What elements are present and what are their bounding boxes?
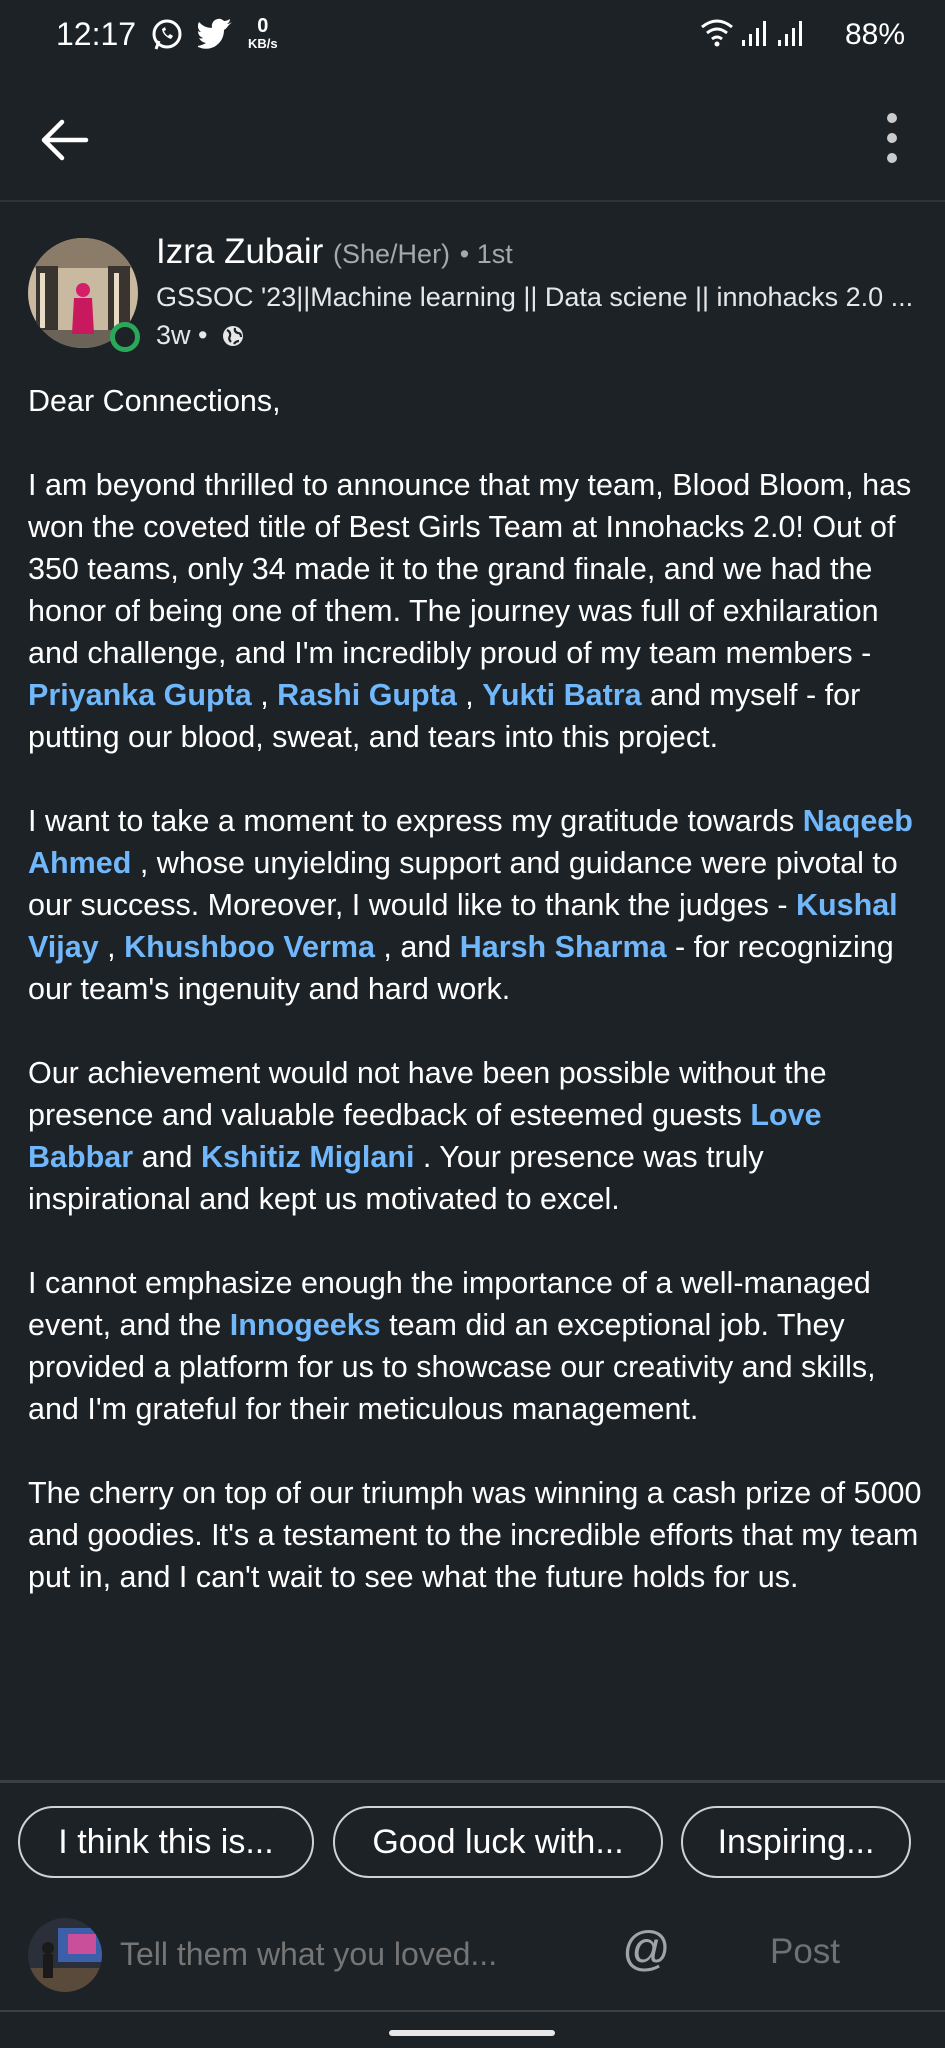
post-greeting: Dear Connections, <box>28 384 281 418</box>
app-bar <box>0 72 945 202</box>
online-status-indicator <box>110 322 140 352</box>
whatsapp-icon <box>150 18 184 57</box>
suggested-comment-chip[interactable]: Inspiring... <box>681 1806 911 1878</box>
connection-degree: • 1st <box>459 239 513 269</box>
status-time: 12:17 <box>56 16 137 52</box>
mention-button[interactable]: @ <box>622 1922 671 1977</box>
mention-link[interactable]: Harsh Sharma <box>460 930 667 964</box>
comment-composer: @ Post <box>0 1910 945 2010</box>
mention-link[interactable]: Khushboo Verma <box>124 930 375 964</box>
post-author[interactable]: Izra Zubair (She/Her) • 1st GSSOC '23||M… <box>0 228 945 358</box>
divider <box>0 1780 945 1783</box>
post-meta: 3w • <box>156 320 245 355</box>
wifi-icon <box>700 18 734 53</box>
signal-icon <box>740 18 768 53</box>
battery-level: 88% <box>844 18 905 51</box>
comment-input[interactable] <box>120 1936 600 1973</box>
globe-icon <box>221 324 245 355</box>
author-name-line[interactable]: Izra Zubair (She/Her) • 1st <box>156 232 513 272</box>
back-button[interactable] <box>36 112 92 168</box>
post-paragraph: I cannot emphasize enough the importance… <box>28 1266 876 1426</box>
post-body: Dear Connections, I am beyond thrilled t… <box>28 380 923 1776</box>
status-bar: 12:17 0 KB/s 88% <box>0 0 945 72</box>
mention-link[interactable]: Kshitiz Miglani <box>201 1140 415 1174</box>
twitter-icon <box>196 18 234 55</box>
network-speed: 0 KB/s <box>248 15 278 51</box>
arrow-left-icon <box>41 119 89 161</box>
mention-link[interactable]: Priyanka Gupta <box>28 678 252 712</box>
mention-link[interactable]: Innogeeks <box>230 1308 381 1342</box>
post-comment-button[interactable]: Post <box>770 1932 840 1972</box>
post-paragraph: Our achievement would not have been poss… <box>28 1056 827 1216</box>
home-indicator[interactable] <box>389 2030 555 2036</box>
author-name[interactable]: Izra Zubair <box>156 232 323 271</box>
suggested-comment-chip[interactable]: I think this is... <box>18 1806 314 1878</box>
vertical-ellipsis-icon <box>887 113 897 163</box>
mention-link[interactable]: Yukti Batra <box>482 678 641 712</box>
more-options-button[interactable] <box>879 108 905 168</box>
post-paragraph: I am beyond thrilled to announce that my… <box>28 468 912 754</box>
user-avatar <box>28 1918 102 1992</box>
author-headline: GSSOC '23||Machine learning || Data scie… <box>156 282 914 312</box>
signal-icon <box>776 18 804 53</box>
suggested-comment-chip[interactable]: Good luck with... <box>333 1806 663 1878</box>
divider <box>0 2010 945 2012</box>
author-pronouns: (She/Her) <box>333 239 451 269</box>
mention-link[interactable]: Rashi Gupta <box>277 678 457 712</box>
post-time: 3w • <box>156 320 208 350</box>
post-paragraph: The cherry on top of our triumph was win… <box>28 1476 922 1594</box>
post-paragraph: I want to take a moment to express my gr… <box>28 804 913 1006</box>
